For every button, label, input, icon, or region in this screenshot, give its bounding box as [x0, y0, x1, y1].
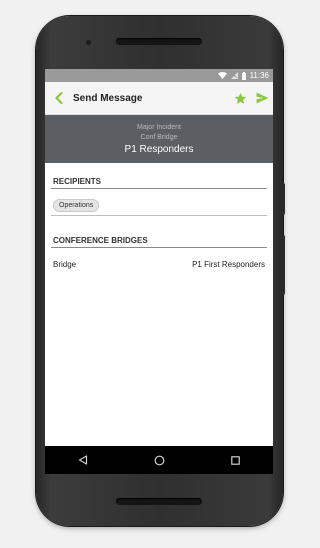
bottom-speaker [116, 498, 202, 505]
nav-back-icon[interactable] [73, 450, 93, 470]
incident-header: Major Incident Conf Bridge P1 Responders [45, 115, 273, 163]
front-camera [86, 40, 91, 45]
back-arrow-icon[interactable] [45, 92, 73, 104]
header-title: P1 Responders [124, 144, 194, 155]
volume-button [281, 183, 285, 215]
conference-bridges-heading: CONFERENCE BRIDGES [51, 236, 267, 248]
header-line-1: Major Incident [137, 124, 181, 131]
screen: 11:36 Send Message Major Incident Conf B… [45, 69, 273, 474]
header-line-2: Conf Bridge [140, 134, 178, 141]
nav-recents-icon[interactable] [225, 450, 245, 470]
status-time: 11:36 [249, 71, 269, 80]
send-icon[interactable] [251, 92, 273, 104]
recipients-heading: RECIPIENTS [51, 177, 267, 189]
nav-home-icon[interactable] [149, 450, 169, 470]
signal-icon [230, 72, 238, 79]
bridge-value: P1 First Responders [192, 260, 265, 269]
android-nav-bar [45, 446, 273, 474]
message-content: RECIPIENTS Operations CONFERENCE BRIDGES… [45, 177, 273, 269]
battery-icon [241, 71, 246, 80]
toolbar-title: Send Message [73, 92, 143, 104]
recipient-chip[interactable]: Operations [53, 199, 100, 212]
recipients-list: Operations [51, 189, 267, 216]
bridge-label: Bridge [53, 260, 77, 269]
wifi-icon [217, 72, 227, 79]
status-bar: 11:36 [45, 69, 273, 82]
power-button [281, 235, 285, 295]
app-toolbar: Send Message [45, 82, 273, 115]
star-icon[interactable] [229, 92, 251, 105]
bridge-row[interactable]: Bridge P1 First Responders [51, 248, 267, 269]
top-speaker [116, 38, 202, 45]
